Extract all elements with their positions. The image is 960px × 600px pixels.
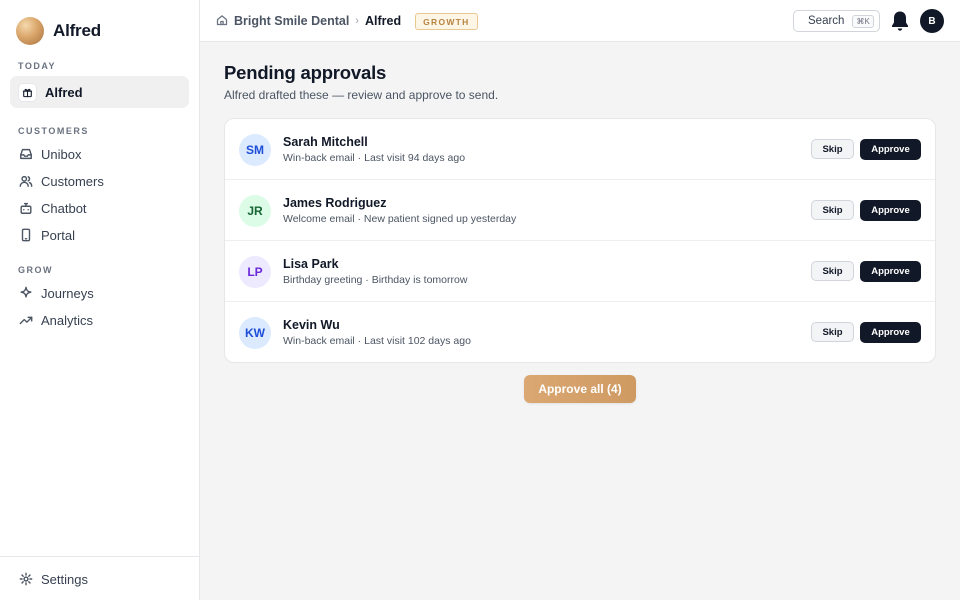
sidebar-item-label: Unibox	[41, 146, 82, 162]
sidebar-item-label: Chatbot	[41, 200, 87, 216]
customer-name: Kevin Wu	[283, 318, 340, 332]
approve-button[interactable]: Approve	[860, 261, 921, 282]
customer-name: Lisa Park	[283, 257, 339, 271]
breadcrumb: Bright Smile Dental › Alfred GROWTH	[216, 0, 478, 42]
avatar: JR	[239, 195, 271, 227]
sidebar-item-alfred[interactable]: Alfred	[10, 76, 189, 108]
breadcrumb-separator: ›	[355, 15, 359, 27]
sidebar-item-label: Settings	[41, 571, 88, 587]
approvals-list: SM Sarah Mitchell Win-back email · Last …	[224, 118, 936, 363]
approve-button[interactable]: Approve	[860, 200, 921, 221]
approve-button[interactable]: Approve	[860, 139, 921, 160]
page-title: Pending approvals	[224, 62, 387, 83]
inbox-icon	[19, 147, 33, 161]
search-label: Search	[808, 15, 845, 27]
approval-row: KW Kevin Wu Win-back email · Last visit …	[225, 302, 935, 362]
brand[interactable]: Alfred	[16, 17, 101, 45]
approval-meta: Win-back email · Last visit 94 days ago	[283, 152, 466, 164]
bot-icon	[19, 201, 33, 215]
sidebar: Alfred TODAY Alfred CUSTOMERS Unibox Cus…	[0, 0, 200, 600]
skip-button[interactable]: Skip	[811, 139, 854, 159]
skip-button[interactable]: Skip	[811, 261, 854, 281]
customer-name: Sarah Mitchell	[283, 135, 368, 149]
approval-meta: Win-back email · Last visit 102 days ago	[283, 335, 471, 347]
avatar: SM	[239, 134, 271, 166]
sidebar-item-label: Customers	[41, 173, 104, 189]
brand-name: Alfred	[53, 21, 101, 40]
phone-icon	[19, 228, 33, 242]
skip-button[interactable]: Skip	[811, 200, 854, 220]
approval-row: SM Sarah Mitchell Win-back email · Last …	[225, 119, 935, 180]
topbar: Bright Smile Dental › Alfred GROWTH Sear…	[200, 0, 960, 42]
approval-meta: Birthday greeting · Birthday is tomorrow	[283, 274, 468, 286]
sidebar-item-label: Portal	[41, 227, 75, 243]
page-subtitle: Alfred drafted these — review and approv…	[224, 88, 499, 102]
bell-icon[interactable]	[889, 9, 911, 33]
customer-name: James Rodriguez	[283, 196, 387, 210]
breadcrumb-org[interactable]: Bright Smile Dental	[234, 14, 349, 28]
skip-button[interactable]: Skip	[811, 322, 854, 342]
sidebar-item-settings[interactable]: Settings	[10, 563, 189, 595]
approval-row: JR James Rodriguez Welcome email · New p…	[225, 180, 935, 241]
sidebar-item-analytics[interactable]: Analytics	[10, 304, 189, 336]
search-shortcut: ⌘K	[852, 14, 874, 28]
sidebar-item-label: Journeys	[41, 285, 94, 301]
trend-icon	[19, 313, 33, 327]
avatar: LP	[239, 256, 271, 288]
sidebar-item-label: Analytics	[41, 312, 94, 328]
user-avatar[interactable]: B	[920, 9, 944, 33]
sidebar-footer: Settings	[0, 556, 199, 600]
avatar: KW	[239, 317, 271, 349]
breadcrumb-current: Alfred	[364, 14, 402, 28]
approval-meta: Welcome email · New patient signed up ye…	[283, 213, 517, 225]
sparkle-icon	[19, 286, 33, 300]
section-label-grow: GROW	[18, 265, 53, 275]
search-button[interactable]: Search ⌘K	[793, 10, 880, 32]
users-icon	[19, 174, 33, 188]
approve-button[interactable]: Approve	[860, 322, 921, 343]
gear-icon	[19, 572, 33, 586]
approval-row: LP Lisa Park Birthday greeting · Birthda…	[225, 241, 935, 302]
sidebar-item-portal[interactable]: Portal	[10, 219, 189, 251]
home-icon[interactable]	[216, 14, 228, 29]
section-label-customers: CUSTOMERS	[18, 126, 89, 136]
gift-icon	[18, 82, 37, 102]
approve-all-button[interactable]: Approve all (4)	[524, 375, 636, 403]
sidebar-item-label: Alfred	[45, 84, 83, 100]
plan-badge: GROWTH	[415, 12, 478, 30]
brand-logo	[16, 17, 44, 45]
section-label-today: TODAY	[18, 61, 57, 71]
